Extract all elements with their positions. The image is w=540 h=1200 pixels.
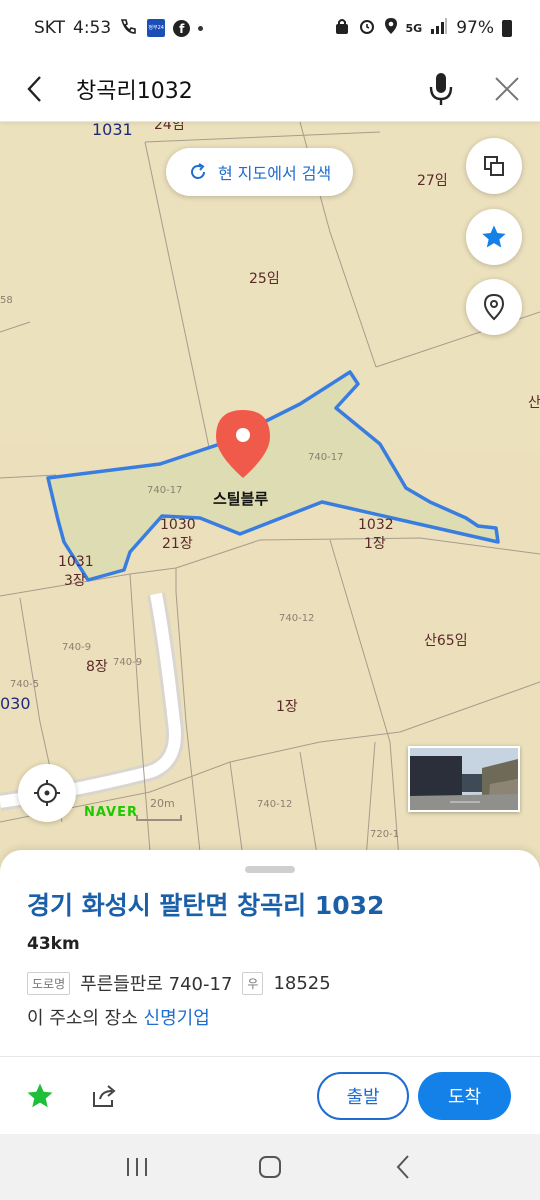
divider bbox=[0, 1056, 540, 1057]
lot-label: 27임 bbox=[417, 173, 448, 189]
map-layers-button[interactable] bbox=[466, 138, 522, 194]
battery-percent: 97% bbox=[456, 18, 494, 38]
lot-label: 1032 bbox=[358, 517, 394, 533]
voice-search-button[interactable] bbox=[408, 56, 474, 122]
carrier-label: SKT bbox=[34, 18, 66, 38]
search-this-area-label: 현 지도에서 검색 bbox=[218, 164, 332, 183]
lot-label: 740-9 bbox=[62, 642, 92, 653]
lot-label: 1030 bbox=[160, 517, 196, 533]
address-title: 경기 화성시 팔탄면 창곡리 1032 bbox=[27, 891, 385, 920]
lot-label: 740-12 bbox=[279, 613, 315, 624]
share-icon bbox=[93, 1085, 116, 1107]
location-pin-icon[interactable] bbox=[214, 408, 272, 484]
zip-tag: 우 bbox=[242, 971, 264, 995]
battery-icon bbox=[502, 19, 512, 37]
recent-apps-icon bbox=[126, 1158, 147, 1176]
facebook-icon: f bbox=[173, 19, 191, 37]
location-icon bbox=[384, 17, 398, 40]
system-back-button[interactable] bbox=[373, 1137, 433, 1197]
star-icon bbox=[482, 225, 506, 248]
lot-label: 1장 bbox=[364, 536, 386, 552]
street-view-thumbnail[interactable] bbox=[408, 746, 520, 812]
scale-label: 20m bbox=[150, 797, 175, 810]
alarm-icon bbox=[358, 17, 376, 40]
lot-label: 740-12 bbox=[257, 799, 293, 810]
place-at-address-prefix: 이 주소의 장소 bbox=[27, 1008, 138, 1029]
lot-label: 030 bbox=[0, 694, 31, 713]
star-icon bbox=[27, 1083, 53, 1108]
lot-label: 산65임 bbox=[424, 633, 468, 649]
lot-label: 1031 bbox=[58, 554, 94, 570]
road-address: 푸른들판로 740-17 bbox=[80, 974, 233, 995]
lot-label: 740-9 bbox=[113, 657, 143, 668]
place-link[interactable]: 신명기업 bbox=[144, 1008, 210, 1029]
lot-label: 720-1 bbox=[370, 829, 400, 840]
set-start-button[interactable]: 출발 bbox=[317, 1072, 409, 1120]
microphone-icon bbox=[429, 72, 453, 105]
layers-icon bbox=[484, 156, 504, 176]
naver-logo: NAVER bbox=[84, 805, 139, 820]
location-pin-outline-icon bbox=[483, 293, 505, 321]
set-destination-button[interactable]: 도착 bbox=[418, 1072, 511, 1120]
pin-location-button[interactable] bbox=[466, 279, 522, 335]
gov-app-icon: 정부24 bbox=[147, 19, 166, 37]
lot-label: 25임 bbox=[249, 271, 280, 287]
home-icon bbox=[258, 1156, 281, 1178]
distance-label: 43km bbox=[27, 934, 80, 954]
refresh-icon bbox=[191, 163, 205, 179]
lot-label: 8장 bbox=[86, 659, 108, 675]
lock-icon bbox=[334, 17, 350, 40]
lot-label: 24임 bbox=[154, 122, 185, 133]
system-nav-bar bbox=[0, 1134, 540, 1200]
home-button[interactable] bbox=[240, 1137, 300, 1197]
map-view[interactable]: 1031 24임 27임 25임 58 산 740-17 740-17 1030… bbox=[0, 122, 540, 872]
recent-apps-button[interactable] bbox=[107, 1137, 167, 1197]
road-address-row: 도로명 푸른들판로 740-17 우 18525 bbox=[27, 970, 331, 996]
back-icon bbox=[396, 1155, 410, 1179]
lot-label: 1031 bbox=[92, 122, 133, 139]
place-label[interactable]: 스틸블루 bbox=[213, 488, 268, 509]
lot-label: 3장 bbox=[64, 573, 86, 589]
search-query[interactable]: 창곡리1032 bbox=[70, 73, 408, 105]
signal-icon bbox=[430, 17, 448, 40]
sheet-drag-handle[interactable] bbox=[245, 866, 295, 873]
chevron-left-icon bbox=[27, 75, 41, 102]
close-icon bbox=[495, 76, 519, 101]
call-icon bbox=[119, 17, 139, 40]
share-button[interactable] bbox=[86, 1078, 122, 1114]
my-location-button[interactable] bbox=[18, 764, 76, 822]
lot-label: 산 bbox=[528, 395, 540, 411]
road-address-tag: 도로명 bbox=[27, 971, 71, 995]
lot-label: 740-17 bbox=[147, 485, 183, 496]
street-view-image bbox=[410, 748, 518, 810]
search-this-area-button[interactable]: 현 지도에서 검색 bbox=[166, 148, 354, 196]
notification-dot-icon bbox=[198, 25, 204, 31]
lot-label: 740-17 bbox=[308, 452, 344, 463]
crosshair-icon bbox=[34, 780, 60, 806]
network-label: 5G bbox=[405, 21, 423, 35]
search-header: 창곡리1032 bbox=[0, 56, 540, 122]
place-info-sheet: 경기 화성시 팔탄면 창곡리 1032 43km 도로명 푸른들판로 740-1… bbox=[0, 850, 540, 1134]
back-button[interactable] bbox=[0, 56, 70, 122]
clock: 4:53 bbox=[73, 18, 112, 38]
favorites-button[interactable] bbox=[466, 209, 522, 265]
save-favorite-button[interactable] bbox=[22, 1078, 58, 1114]
place-at-address-row: 이 주소의 장소 신명기업 bbox=[27, 1004, 210, 1030]
status-bar: SKT 4:53 정부24 f 5G 97% bbox=[0, 0, 540, 56]
lot-label: 21장 bbox=[162, 536, 193, 552]
lot-label: 58 bbox=[0, 295, 13, 306]
lot-label: 740-5 bbox=[10, 679, 40, 690]
scale-bar bbox=[136, 815, 182, 821]
clear-button[interactable] bbox=[474, 56, 540, 122]
zip-code: 18525 bbox=[273, 972, 331, 994]
lot-label: 1장 bbox=[276, 699, 298, 715]
